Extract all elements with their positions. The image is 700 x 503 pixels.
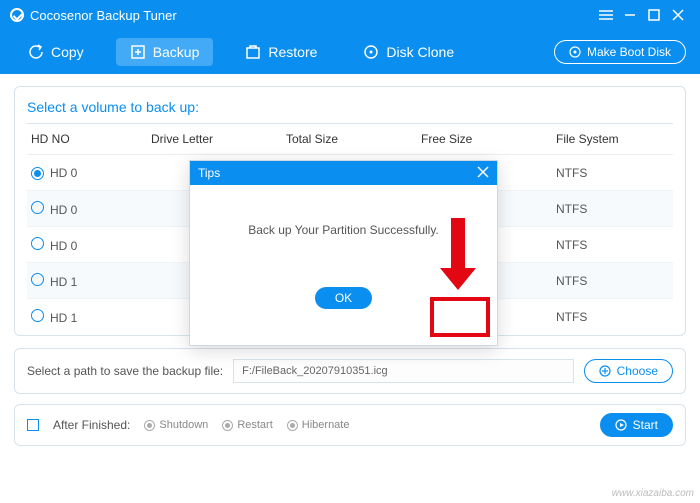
start-button[interactable]: Start <box>600 413 673 437</box>
copy-button[interactable]: Copy <box>14 38 98 66</box>
footer-panel: After Finished: Shutdown Restart Hiberna… <box>14 404 686 446</box>
watermark: www.xiazaiba.com <box>612 488 694 499</box>
dialog-title: Tips <box>198 166 220 180</box>
backup-button[interactable]: Backup <box>116 38 214 66</box>
maximize-icon[interactable] <box>642 5 666 25</box>
opt-hibernate[interactable]: Hibernate <box>287 419 350 431</box>
volume-panel-title: Select a volume to back up: <box>27 95 673 124</box>
opt-shutdown[interactable]: Shutdown <box>144 419 208 431</box>
radio-icon <box>287 420 298 431</box>
restore-icon <box>245 44 261 60</box>
disk-clone-label: Disk Clone <box>386 44 454 60</box>
app-logo-icon <box>10 8 24 22</box>
app-title: Cocosenor Backup Tuner <box>30 8 177 23</box>
menu-icon[interactable] <box>594 5 618 25</box>
radio-icon[interactable] <box>31 309 44 322</box>
path-panel: Select a path to save the backup file: C… <box>14 348 686 394</box>
cell-hdno: HD 0 <box>31 201 151 217</box>
dialog-close-icon[interactable] <box>477 166 489 181</box>
dialog-ok-button[interactable]: OK <box>315 287 372 309</box>
disk-clone-icon <box>363 44 379 60</box>
cell-hdno: HD 1 <box>31 273 151 289</box>
path-label: Select a path to save the backup file: <box>27 364 223 378</box>
choose-button[interactable]: Choose <box>584 359 673 383</box>
radio-icon[interactable] <box>31 237 44 250</box>
col-drive: Drive Letter <box>151 132 286 146</box>
cell-fs: NTFS <box>556 202 669 216</box>
path-input[interactable] <box>233 359 574 383</box>
dialog-message: Back up Your Partition Successfully. <box>248 223 439 237</box>
disk-clone-button[interactable]: Disk Clone <box>349 38 468 66</box>
minimize-icon[interactable] <box>618 5 642 25</box>
tips-dialog: Tips Back up Your Partition Successfully… <box>189 160 498 346</box>
col-hdno: HD NO <box>31 132 151 146</box>
radio-icon <box>144 420 155 431</box>
after-options: Shutdown Restart Hibernate <box>144 419 349 431</box>
radio-icon[interactable] <box>31 273 44 286</box>
boot-icon <box>569 46 581 58</box>
close-icon[interactable] <box>666 5 690 25</box>
volume-table-header: HD NO Drive Letter Total Size Free Size … <box>27 124 673 155</box>
col-total: Total Size <box>286 132 421 146</box>
play-icon <box>615 419 627 431</box>
make-boot-label: Make Boot Disk <box>587 45 671 59</box>
cell-fs: NTFS <box>556 166 669 180</box>
restore-button[interactable]: Restore <box>231 38 331 66</box>
col-fs: File System <box>556 132 669 146</box>
main-toolbar: Copy Backup Restore Disk Clone Make Boot… <box>0 30 700 74</box>
backup-icon <box>130 44 146 60</box>
make-boot-disk-button[interactable]: Make Boot Disk <box>554 40 686 64</box>
radio-icon[interactable] <box>31 167 44 180</box>
start-label: Start <box>633 418 658 432</box>
copy-icon <box>28 44 44 60</box>
choose-label: Choose <box>617 364 658 378</box>
after-finished-checkbox[interactable] <box>27 419 39 431</box>
cell-fs: NTFS <box>556 274 669 288</box>
cell-hdno: HD 0 <box>31 166 151 180</box>
radio-icon <box>222 420 233 431</box>
cell-fs: NTFS <box>556 310 669 324</box>
radio-icon[interactable] <box>31 201 44 214</box>
opt-restart[interactable]: Restart <box>222 419 272 431</box>
after-finished-label: After Finished: <box>53 418 130 432</box>
cell-hdno: HD 0 <box>31 237 151 253</box>
title-bar: Cocosenor Backup Tuner <box>0 0 700 30</box>
backup-label: Backup <box>153 44 200 60</box>
copy-label: Copy <box>51 44 84 60</box>
restore-label: Restore <box>268 44 317 60</box>
plus-circle-icon <box>599 365 611 377</box>
dialog-header: Tips <box>190 161 497 185</box>
cell-fs: NTFS <box>556 238 669 252</box>
col-free: Free Size <box>421 132 556 146</box>
cell-hdno: HD 1 <box>31 309 151 325</box>
